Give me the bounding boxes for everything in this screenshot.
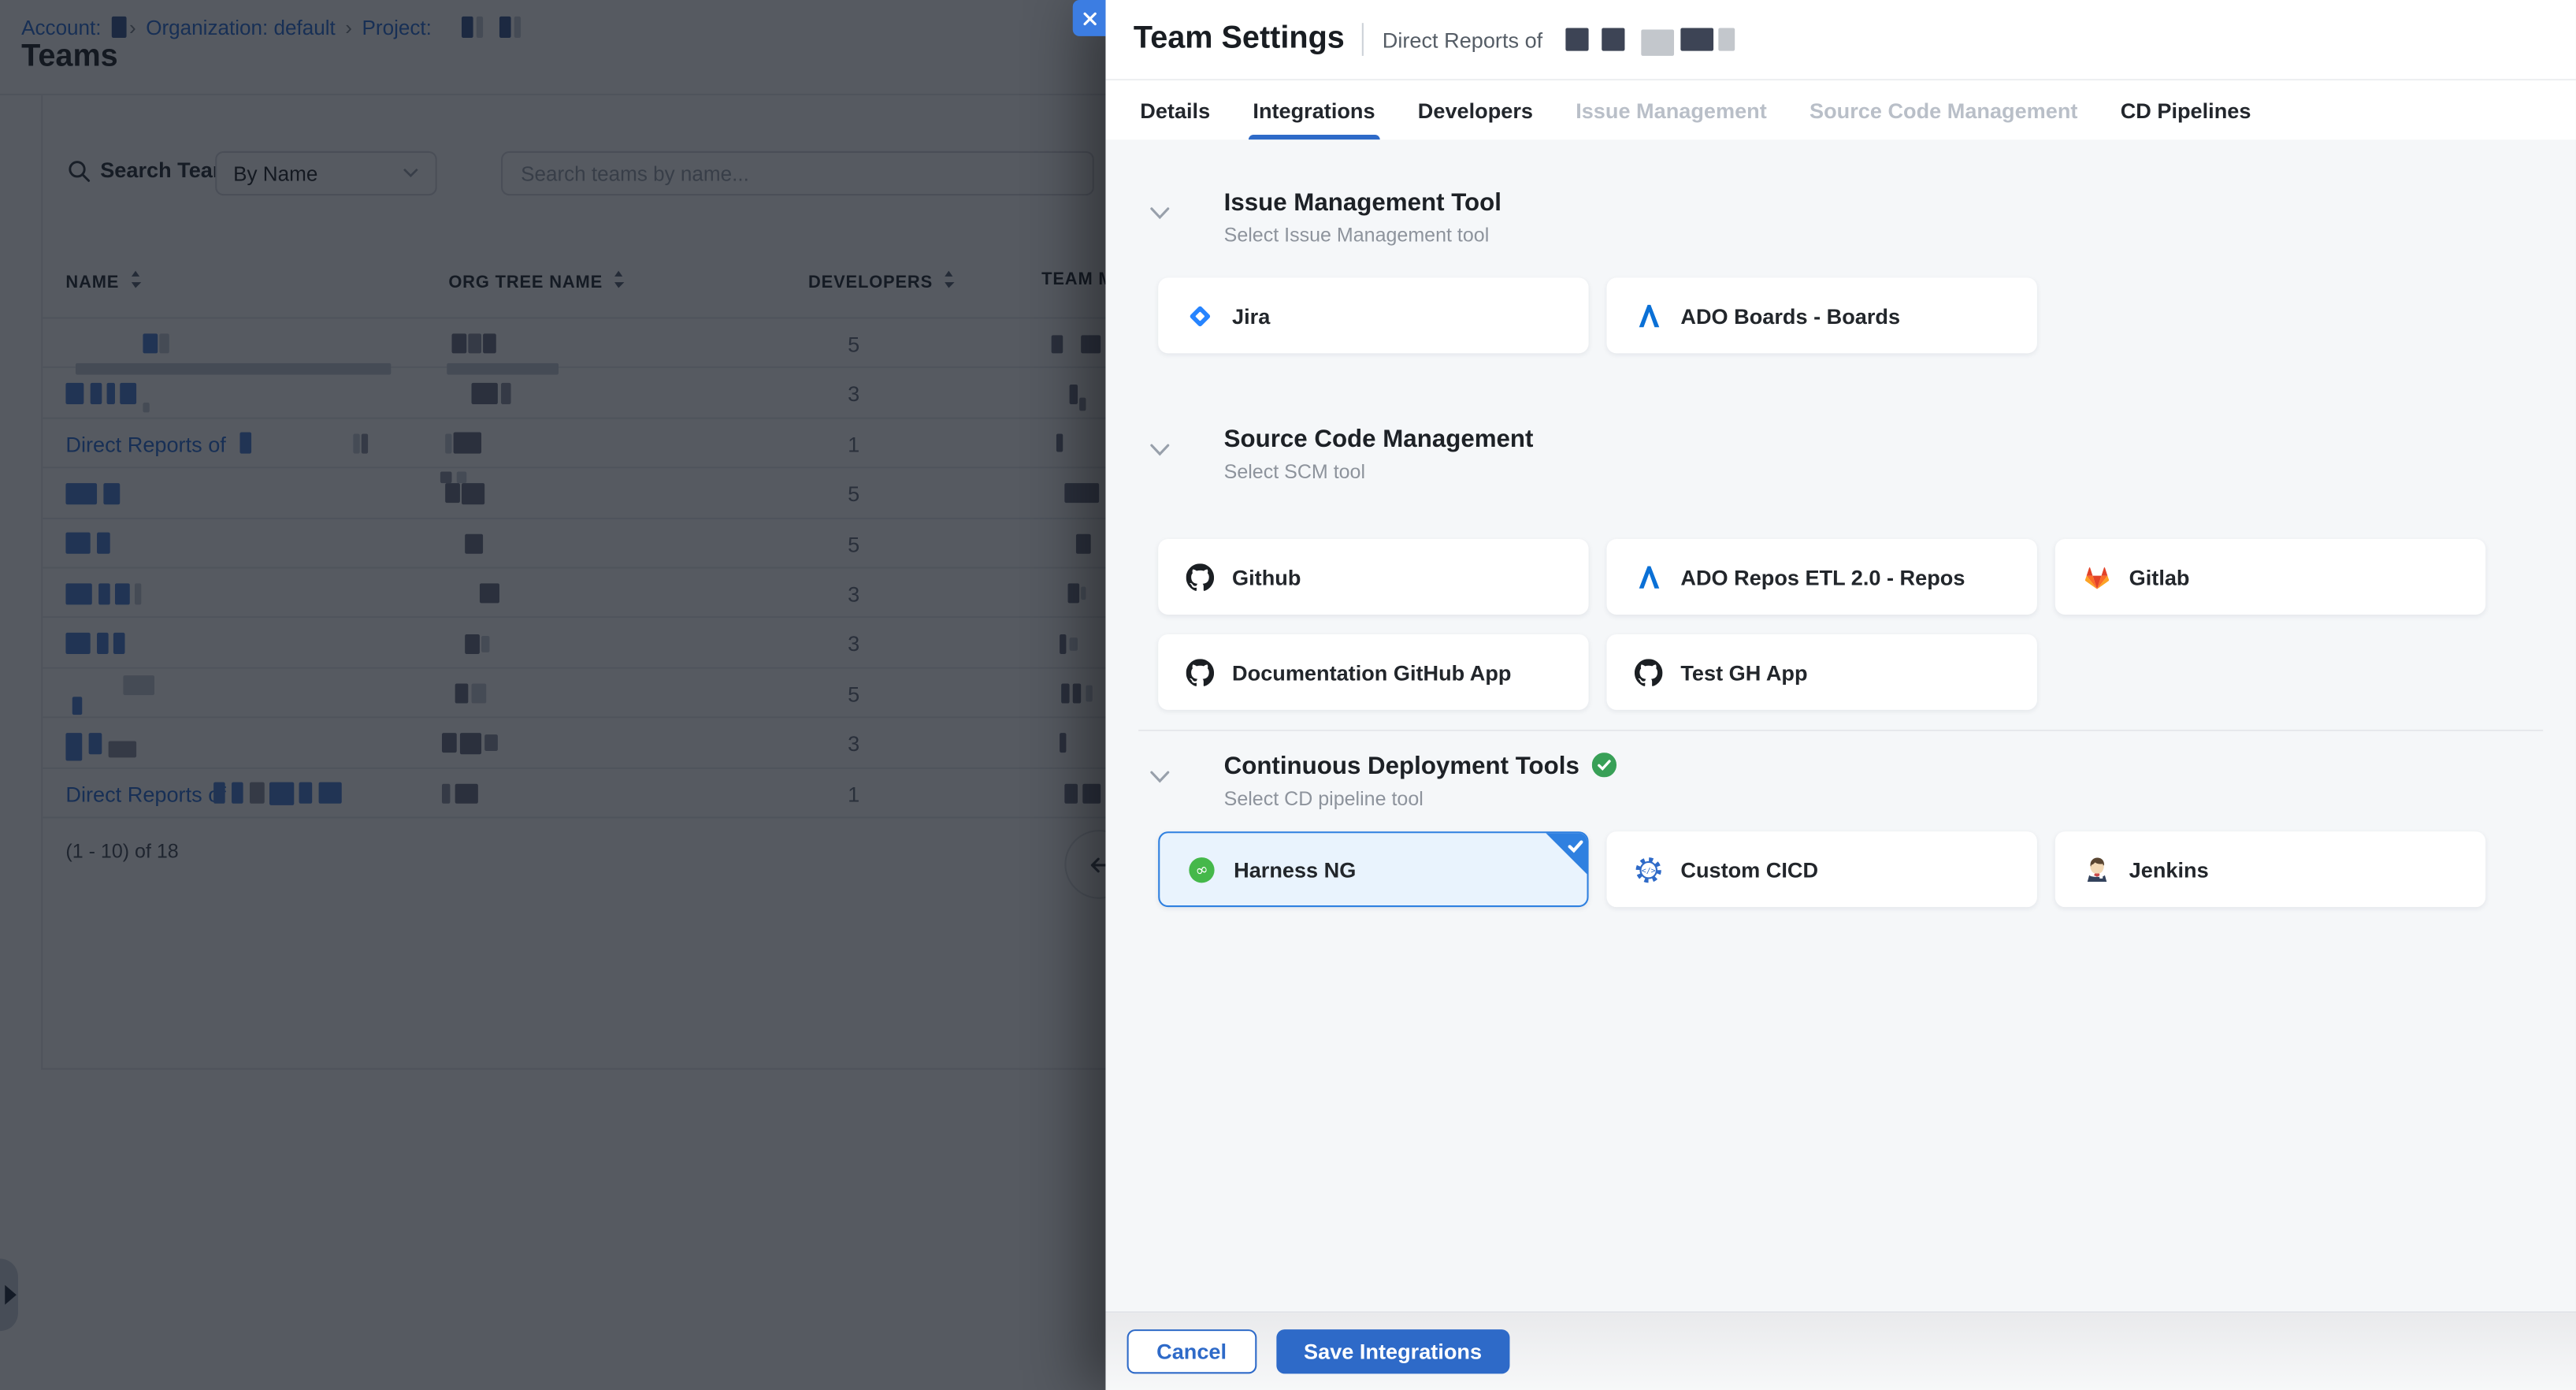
section-divider <box>1138 730 2543 731</box>
integration-card-test-gh-app[interactable]: Test GH App <box>1607 634 2037 710</box>
tab-bar: Details Integrations Developers Issue Manag… <box>1105 80 2575 139</box>
drawer-footer: Cancel Save Integrations <box>1105 1311 2575 1390</box>
integration-card-ado-boards-boards[interactable]: ADO Boards - Boards <box>1607 277 2037 353</box>
card-label: Test GH App <box>1680 660 1807 684</box>
card-label: ADO Boards - Boards <box>1680 303 1900 328</box>
drawer-subtitle: Direct Reports of <box>1383 27 1542 51</box>
ado-icon <box>1635 302 1662 329</box>
card-label: Harness NG <box>1234 857 1356 882</box>
card-label: Gitlab <box>2129 564 2190 589</box>
redacted-block <box>1565 28 1588 50</box>
integration-card-gitlab[interactable]: Gitlab <box>2055 539 2485 615</box>
card-label: Github <box>1232 564 1301 589</box>
divider <box>1363 23 1364 56</box>
section-subtitle: Select SCM tool <box>1224 460 1365 483</box>
integration-card-github[interactable]: Github <box>1158 539 1588 615</box>
github-icon <box>1186 658 1214 686</box>
tab-developers[interactable]: Developers <box>1418 80 1533 139</box>
section-title-source-code-management: Source Code Management <box>1224 426 1534 453</box>
screen: Account:›Organization: default›Project: … <box>0 0 2576 1390</box>
section-title-continuous-deployment-tools: Continuous Deployment Tools <box>1224 753 1617 780</box>
redacted-block <box>1718 28 1735 50</box>
gitlab-icon <box>2083 563 2110 590</box>
team-settings-drawer: Team Settings Direct Reports of DetailsI… <box>1105 0 2575 1390</box>
section-subtitle: Select Issue Management tool <box>1224 224 1490 247</box>
integration-card-ado-repos-etl-2-0-repos[interactable]: ADO Repos ETL 2.0 - Repos <box>1607 539 2037 615</box>
card-label: Custom CICD <box>1680 857 1818 882</box>
integration-card-jenkins[interactable]: Jenkins <box>2055 831 2485 907</box>
save-integrations-button[interactable]: Save Integrations <box>1276 1329 1510 1373</box>
redacted-block <box>1680 28 1713 50</box>
section-subtitle: Select CD pipeline tool <box>1224 787 1423 810</box>
integration-card-jira[interactable]: Jira <box>1158 277 1588 353</box>
integration-card-documentation-github-app[interactable]: Documentation GitHub App <box>1158 634 1588 710</box>
section-title-issue-management-tool: Issue Management Tool <box>1224 189 1501 217</box>
collapse-chevron-icon[interactable] <box>1150 199 1170 212</box>
github-icon <box>1635 658 1662 686</box>
integration-card-custom-cicd[interactable]: </> Custom CICD <box>1607 831 2037 907</box>
drawer-header: Team Settings Direct Reports of <box>1105 0 2575 80</box>
section-complete-check-icon <box>1593 753 1617 777</box>
redacted-team-name <box>1565 21 1754 58</box>
close-icon[interactable] <box>1073 0 1106 36</box>
card-label: Jira <box>1232 303 1270 328</box>
collapse-chevron-icon[interactable] <box>1150 436 1170 449</box>
tab-issue-management: Issue Management <box>1576 80 1767 139</box>
jenkins-icon <box>2083 855 2110 883</box>
harness-icon: ∞ <box>1188 855 1216 883</box>
card-label: Jenkins <box>2129 857 2209 882</box>
tab-cd-pipelines[interactable]: CD Pipelines <box>2121 80 2251 139</box>
svg-text:</>: </> <box>1642 866 1656 875</box>
redacted-block <box>1602 28 1624 50</box>
card-label: ADO Repos ETL 2.0 - Repos <box>1680 564 1965 589</box>
integration-card-harness-ng[interactable]: ∞ Harness NG <box>1158 831 1588 907</box>
tab-details[interactable]: Details <box>1140 80 1210 139</box>
ado-icon <box>1635 563 1662 590</box>
jira-icon <box>1186 302 1214 329</box>
github-icon <box>1186 563 1214 590</box>
viewport: Account:›Organization: default›Project: … <box>0 0 2576 1390</box>
tab-integrations[interactable]: Integrations <box>1253 80 1375 139</box>
cancel-button[interactable]: Cancel <box>1127 1329 1256 1373</box>
integrations-content: Issue Management Tool Select Issue Manage… <box>1105 139 2575 1311</box>
tab-source-code-management: Source Code Management <box>1810 80 2077 139</box>
gear-icon: </> <box>1635 855 1662 883</box>
card-label: Documentation GitHub App <box>1232 660 1511 684</box>
redacted-block <box>1641 30 1674 56</box>
drawer-title: Team Settings <box>1134 21 1345 58</box>
collapse-chevron-icon[interactable] <box>1150 763 1170 776</box>
selected-check-icon <box>1565 834 1585 854</box>
